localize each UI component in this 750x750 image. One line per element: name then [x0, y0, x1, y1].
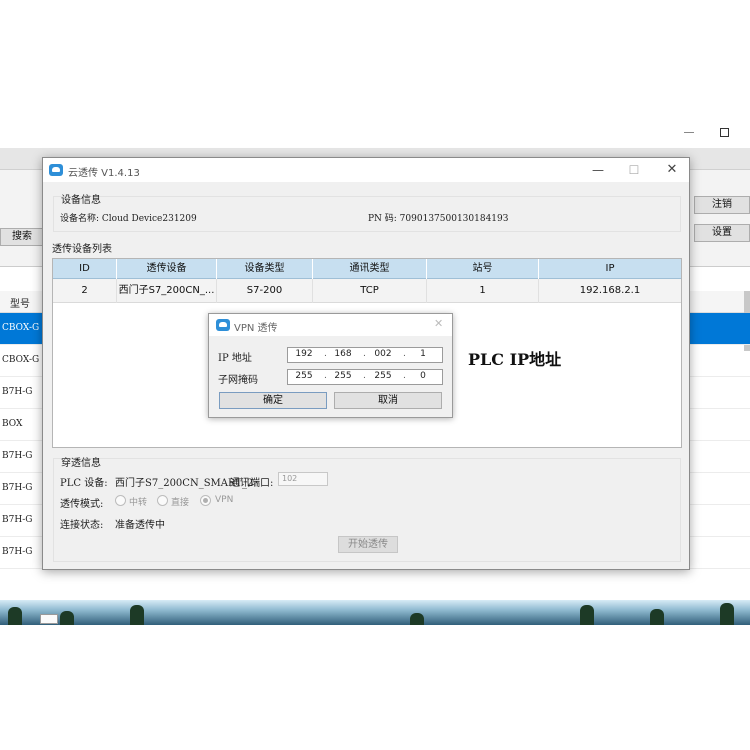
column-header-device[interactable]: 透传设备	[117, 259, 217, 279]
tree-silhouette	[60, 611, 74, 625]
cell-device-type: S7-200	[217, 279, 313, 303]
pn-code-text: PN 码: 709013750013018419З	[368, 214, 509, 224]
mode-relay-radio[interactable]	[115, 495, 126, 506]
vpn-dialog-titlebar: VPN 透传 ✕	[209, 314, 452, 336]
maximize-icon[interactable]: ☐	[617, 158, 651, 182]
cloud-icon	[216, 319, 230, 331]
list-item-model: B7H-G	[2, 483, 33, 493]
close-icon[interactable]: ✕	[434, 317, 443, 330]
settings-button[interactable]: 设置	[694, 224, 750, 242]
cell-station: 1	[427, 279, 539, 303]
mask-octet-2[interactable]: 255	[330, 371, 356, 381]
background-maximize-icon[interactable]	[720, 128, 729, 137]
column-header-ip[interactable]: IP	[539, 259, 681, 279]
tree-silhouette	[410, 613, 424, 625]
ip-separator: .	[403, 349, 406, 359]
start-passthrough-button[interactable]: 开始透传	[338, 536, 398, 553]
dialog-titlebar: 云透传 V1.4.13 — ☐ ✕	[43, 158, 689, 182]
model-column-header: 型号	[10, 299, 30, 310]
background-minimize-icon[interactable]	[684, 132, 694, 133]
tree-silhouette	[130, 605, 144, 625]
ip-separator: .	[403, 371, 406, 381]
ip-separator: .	[324, 371, 327, 381]
cell-comm-type: TCP	[313, 279, 427, 303]
tree-silhouette	[720, 603, 734, 625]
cancel-button[interactable]: 取消	[334, 392, 442, 409]
mode-label: 透传模式:	[60, 499, 104, 510]
plc-device-label: PLC 设备:	[60, 478, 108, 489]
mode-relay-label: 中转	[129, 498, 148, 508]
dialog-title: 云透传 V1.4.13	[68, 168, 140, 179]
ip-octet-3[interactable]: 002	[370, 349, 396, 359]
list-item-model: B7H-G	[2, 547, 33, 557]
ip-octet-4[interactable]: 1	[410, 349, 436, 359]
device-list-title: 透传设备列表	[52, 244, 112, 255]
connection-status-label: 连接状态:	[60, 520, 104, 531]
search-button[interactable]: 搜索	[0, 228, 44, 246]
ip-separator: .	[324, 349, 327, 359]
list-item-model: B7H-G	[2, 451, 33, 461]
cloud-icon	[49, 164, 63, 176]
column-header-id[interactable]: ID	[53, 259, 117, 279]
list-item-model: BOX	[2, 419, 23, 429]
passthrough-info-title: 穿透信息	[61, 458, 101, 469]
device-name-text: 设备名称: Cloud Device231209	[60, 214, 197, 224]
ip-address-label: IP 地址	[218, 353, 252, 364]
plc-ip-annotation: PLC IP地址	[468, 350, 562, 369]
tree-silhouette	[650, 609, 664, 625]
column-header-station[interactable]: 站号	[427, 259, 539, 279]
subnet-mask-label: 子网掩码	[218, 375, 258, 386]
mode-vpn-radio[interactable]	[200, 495, 211, 506]
list-item-model: B7H-G	[2, 515, 33, 525]
tree-silhouette	[580, 605, 594, 625]
column-header-device-type[interactable]: 设备类型	[217, 259, 313, 279]
minimize-icon[interactable]: —	[581, 158, 615, 182]
vpn-passthrough-dialog: VPN 透传 ✕ IP 地址 192 . 168 . 002 . 1 子网掩码 …	[208, 313, 453, 418]
mask-octet-3[interactable]: 255	[370, 371, 396, 381]
background-titlebar	[0, 124, 750, 148]
mask-octet-1[interactable]: 255	[291, 371, 317, 381]
cell-ip: 192.168.2.1	[579, 285, 641, 296]
port-input[interactable]: 102	[278, 472, 328, 486]
ip-separator: .	[363, 371, 366, 381]
confirm-button[interactable]: 确定	[219, 392, 327, 409]
mode-direct-radio[interactable]	[157, 495, 168, 506]
ip-octet-2[interactable]: 168	[330, 349, 356, 359]
close-icon[interactable]: ✕	[655, 158, 689, 182]
list-item-model: CBOX-G	[2, 355, 40, 365]
list-item-model: B7H-G	[2, 387, 33, 397]
table-row[interactable]: 2 西门子S7_200CN_... S7-200 TCP 1 192.168.2…	[53, 279, 681, 303]
cell-device: 西门子S7_200CN_...	[117, 279, 217, 303]
ip-octet-1[interactable]: 192	[291, 349, 317, 359]
vpn-dialog-title: VPN 透传	[234, 323, 278, 334]
logout-button[interactable]: 注销	[694, 196, 750, 214]
mask-octet-4[interactable]: 0	[410, 371, 436, 381]
subnet-mask-input[interactable]: 255 . 255 . 255 . 0	[287, 369, 443, 385]
column-header-comm-type[interactable]: 通讯类型	[313, 259, 427, 279]
list-item-model: CBOX-G	[2, 323, 40, 333]
tree-silhouette	[8, 607, 22, 625]
table-header: ID 透传设备 设备类型 通讯类型 站号 IP	[53, 259, 681, 279]
desktop-wallpaper	[0, 600, 750, 625]
taskbar-keyboard-icon[interactable]	[40, 614, 58, 624]
cell-id: 2	[53, 279, 117, 303]
mode-direct-label: 直接	[171, 498, 190, 508]
ip-separator: .	[363, 349, 366, 359]
connection-status-value: 准备透传中	[115, 520, 165, 531]
mode-vpn-label: VPN	[215, 495, 234, 505]
ip-address-input[interactable]: 192 . 168 . 002 . 1	[287, 347, 443, 363]
device-info-title: 设备信息	[61, 195, 101, 206]
port-label: 通讯端口:	[230, 478, 274, 489]
